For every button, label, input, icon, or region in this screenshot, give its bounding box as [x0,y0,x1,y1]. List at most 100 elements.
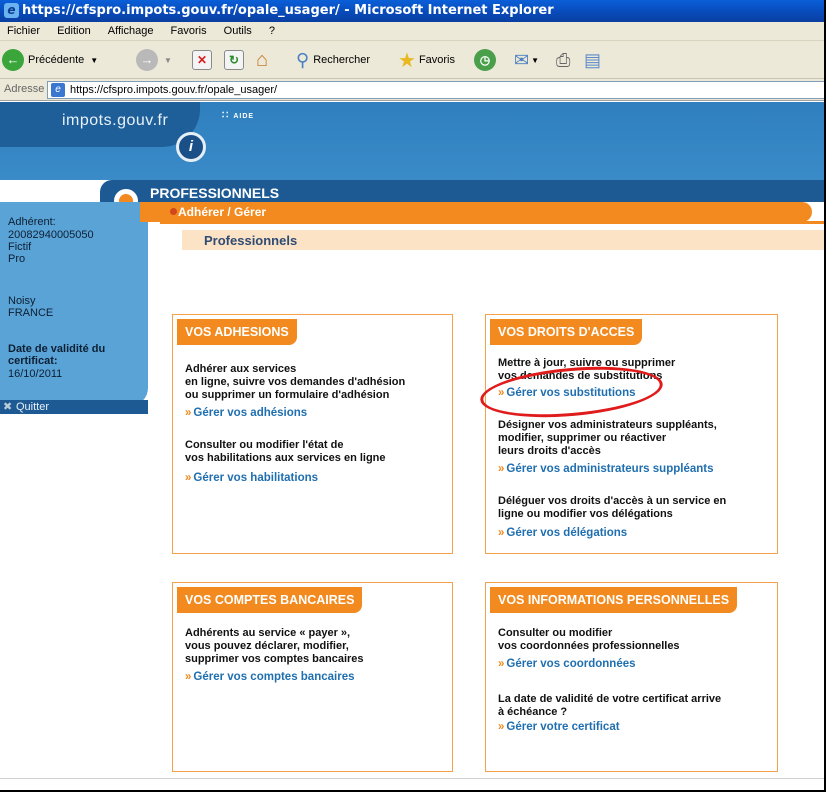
aide-link[interactable]: AIDE [222,110,254,121]
adherent-id: 20082940005050 [8,229,94,241]
manage-delegations-label: Gérer vos délégations [506,527,628,539]
edit-button[interactable]: ▤ [584,48,601,72]
adhesions-desc-2: en ligne, suivre vos demandes d'adhésion [185,376,406,388]
breadcrumb[interactable]: Adhérer / Gérer [178,205,266,219]
address-input[interactable]: e https://cfspro.impots.gouv.fr/opale_us… [47,81,824,99]
administrators-desc-2: modifier, supprimer ou réactiver [498,432,667,444]
back-button[interactable]: ← Précédente ▼ [2,48,98,72]
personal-info-panel: VOS INFORMATIONS PERSONNELLES Consulter … [485,582,778,772]
logo-badge-icon: i [176,132,206,162]
quit-label: Quitter [16,401,50,413]
back-label: Précédente [28,54,85,66]
manage-coordinates-link[interactable]: » Gérer vos coordonnées [498,658,636,670]
bank-desc-2: vous pouvez déclarer, modifier, [185,640,349,652]
manage-adhesions-link[interactable]: » Gérer vos adhésions [185,407,307,419]
section-title: PROFESSIONNELS [150,185,280,201]
search-label: Rechercher [313,54,371,66]
page-title-bar: Professionnels [182,230,824,250]
manage-certificate-link[interactable]: » Gérer votre certificat [498,721,620,733]
manage-bank-accounts-label: Gérer vos comptes bancaires [193,671,355,683]
link-arrow-icon: » [498,721,505,733]
footer-divider [0,778,824,779]
coordinates-desc-2: vos coordonnées professionnelles [498,640,680,652]
breadcrumb-dot-icon [170,208,177,215]
menu-bar: Fichier Edition Affichage Favoris Outils… [0,22,824,41]
adherent-label: Adhérent: [8,216,56,228]
refresh-button[interactable]: ↻ [224,48,244,72]
coordinates-desc-1: Consulter ou modifier [498,627,613,639]
manage-coordinates-label: Gérer vos coordonnées [506,658,636,670]
site-logo[interactable]: impots.gouv.fr [62,112,168,130]
link-arrow-icon: » [185,407,192,419]
administrators-desc-1: Désigner vos administrateurs suppléants, [498,419,717,431]
print-button[interactable]: ⎙ [556,48,570,72]
access-rights-panel: VOS DROITS D'ACCES Mettre à jour, suivre… [485,314,778,554]
adhesions-title: VOS ADHESIONS [177,319,297,345]
mail-button[interactable]: ✉ ▼ [514,48,539,72]
orange-divider [160,221,824,224]
certificate-desc-2: à échéance ? [498,706,568,718]
back-dropdown-icon[interactable]: ▼ [90,56,98,65]
history-button[interactable]: ◷ [474,48,496,72]
back-arrow-icon: ← [2,49,24,71]
menu-fichier[interactable]: Fichier [7,25,40,37]
search-button[interactable]: ⚲ Rechercher [296,48,370,72]
adhesions-desc-3: ou supprimer un formulaire d'adhésion [185,389,390,401]
manage-delegations-link[interactable]: » Gérer vos délégations [498,527,627,539]
certificate-label-1: Date de validité du [8,343,106,355]
manage-certificate-label: Gérer votre certificat [506,721,620,733]
favorites-star-icon: ★ [398,49,416,72]
bank-accounts-panel: VOS COMPTES BANCAIRES Adhérents au servi… [172,582,453,772]
manage-administrators-link[interactable]: » Gérer vos administrateurs suppléants [498,463,713,475]
address-bar: Adresse e https://cfspro.impots.gouv.fr/… [0,79,824,101]
manage-habilitations-label: Gérer vos habilitations [193,472,319,484]
link-arrow-icon: » [498,463,505,475]
mail-icon: ✉ [514,49,530,70]
access-rights-title: VOS DROITS D'ACCES [490,319,643,345]
home-button[interactable]: ⌂ [256,48,268,72]
bank-accounts-title: VOS COMPTES BANCAIRES [177,587,363,613]
delegations-desc-1: Déléguer vos droits d'accès à un service… [498,495,727,507]
habilitations-desc-1: Consulter ou modifier l'état de [185,439,344,451]
manage-adhesions-label: Gérer vos adhésions [193,407,308,419]
print-icon: ⎙ [556,49,571,70]
browser-window: e https://cfspro.impots.gouv.fr/opale_us… [0,0,826,792]
favorites-button[interactable]: ★ Favoris [398,48,455,72]
manage-administrators-label: Gérer vos administrateurs suppléants [506,463,714,475]
browser-toolbar: ← Précédente ▼ → ▼ ✕ ↻ ⌂ ⚲ Rechercher ★ … [0,41,824,79]
forward-dropdown-icon[interactable]: ▼ [164,56,172,65]
page-title: Professionnels [204,233,298,248]
adhesions-panel: VOS ADHESIONS Adhérer aux services en li… [172,314,453,554]
window-title: https://cfspro.impots.gouv.fr/opale_usag… [22,3,554,18]
menu-affichage[interactable]: Affichage [108,25,154,37]
link-arrow-icon: » [498,658,505,670]
mail-dropdown-icon[interactable]: ▼ [531,56,539,65]
quit-button[interactable]: ✖ Quitter [0,400,148,414]
manage-bank-accounts-link[interactable]: » Gérer vos comptes bancaires [185,671,355,683]
favorites-label: Favoris [418,54,455,66]
link-arrow-icon: » [498,527,505,539]
search-icon: ⚲ [296,49,310,70]
quit-icon: ✖ [3,401,13,413]
refresh-icon: ↻ [224,50,244,70]
certificate-date: 16/10/2011 [8,368,63,380]
site-banner: impots.gouv.fr i AIDE [0,102,824,180]
menu-help[interactable]: ? [269,25,275,37]
menu-edition[interactable]: Edition [57,25,91,37]
administrators-desc-3: leurs droits d'accès [498,445,601,457]
adherent-name-1: Fictif [8,241,32,253]
window-titlebar: e https://cfspro.impots.gouv.fr/opale_us… [0,0,824,22]
stop-button[interactable]: ✕ [192,48,212,72]
forward-button[interactable]: → ▼ [136,48,172,72]
manage-habilitations-link[interactable]: » Gérer vos habilitations [185,472,318,484]
menu-favoris[interactable]: Favoris [171,25,207,37]
adhesions-desc-1: Adhérer aux services [185,363,297,375]
user-sidebar: Adhérent: 20082940005050 Fictif Pro Nois… [0,202,148,406]
menu-outils[interactable]: Outils [224,25,252,37]
adherent-city: Noisy [8,295,36,307]
personal-info-title: VOS INFORMATIONS PERSONNELLES [490,587,738,613]
habilitations-desc-2: vos habilitations aux services en ligne [185,452,386,464]
home-icon: ⌂ [256,48,269,71]
ie-logo-icon: e [4,3,19,18]
adherent-name-2: Pro [8,253,26,265]
